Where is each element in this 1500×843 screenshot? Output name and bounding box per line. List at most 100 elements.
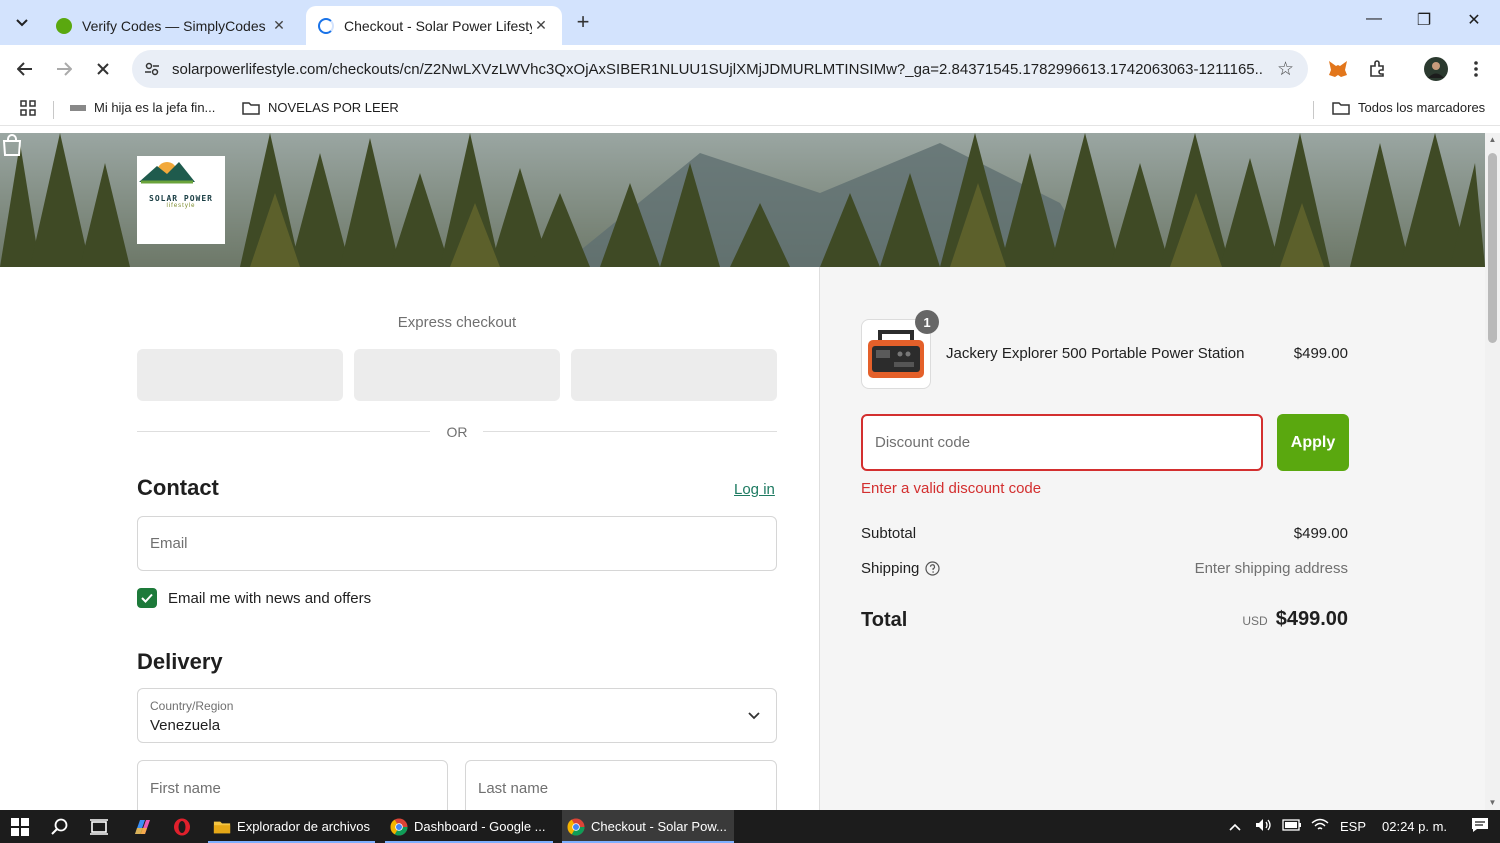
volume-icon[interactable]	[1250, 818, 1278, 835]
copilot-icon	[135, 819, 150, 834]
bookmark-star-icon[interactable]: ☆	[1277, 58, 1294, 81]
bookmark-separator	[1313, 101, 1314, 119]
site-settings-icon[interactable]	[144, 61, 160, 77]
country-select[interactable]: Country/Region Venezuela	[137, 688, 777, 743]
contact-heading: Contact	[137, 475, 219, 500]
checkout-page: SOLAR POWER lifestyle Express checkout O…	[0, 133, 1485, 810]
forward-arrow-icon	[57, 62, 72, 76]
scroll-up-arrow-icon[interactable]: ▲	[1485, 133, 1500, 147]
login-link[interactable]: Log in	[734, 481, 775, 498]
checkout-form: Express checkout OR Contact Log in Email…	[0, 267, 819, 810]
bookmark-mi-hija[interactable]: Mi hija es la jefa fin...	[70, 100, 215, 115]
tab-checkout[interactable]: Checkout - Solar Power Lifestyle ✕	[306, 6, 562, 45]
clock[interactable]: 02:24 p. m.	[1382, 819, 1456, 834]
discount-code-input[interactable]: Discount code	[861, 414, 1263, 471]
subtotal-label: Subtotal	[861, 525, 916, 542]
notification-center-icon[interactable]	[1468, 817, 1492, 836]
total-amount: USD $499.00	[1242, 608, 1348, 631]
url-text: solarpowerlifestyle.com/checkouts/cn/Z2N…	[172, 60, 1264, 78]
close-tab-icon[interactable]: ✕	[532, 17, 550, 34]
shipping-value: Enter shipping address	[1194, 560, 1348, 577]
first-name-field[interactable]: First name	[137, 760, 448, 810]
shopping-bag-icon[interactable]	[0, 133, 24, 157]
profile-avatar[interactable]	[1424, 57, 1448, 81]
stop-loading-button[interactable]	[89, 55, 117, 83]
start-button[interactable]	[5, 810, 35, 843]
bookmark-folder-novelas[interactable]: NOVELAS POR LEER	[242, 100, 399, 115]
page-scrollbar[interactable]: ▲ ▼	[1485, 133, 1500, 810]
email-field[interactable]: Email	[137, 516, 777, 571]
search-button[interactable]	[45, 810, 75, 843]
bookmarks-bar: Mi hija es la jefa fin... NOVELAS POR LE…	[0, 93, 1500, 126]
loading-favicon-icon	[318, 17, 334, 34]
show-hidden-icons-chevron-icon[interactable]	[1226, 819, 1244, 834]
taskbar-app-label: Dashboard - Google ...	[414, 819, 546, 834]
restore-button[interactable]: ❐	[1401, 10, 1447, 36]
express-payment-button-1[interactable]	[137, 349, 343, 401]
country-label: Country/Region	[150, 699, 234, 713]
close-tab-icon[interactable]: ✕	[270, 17, 288, 34]
total-label: Total	[861, 609, 908, 631]
newsletter-checkbox[interactable]	[137, 588, 157, 608]
forward-button[interactable]	[50, 55, 78, 83]
tab-verify-codes[interactable]: Verify Codes — SimplyCodes ✕	[44, 6, 300, 45]
minimize-button[interactable]: —	[1351, 10, 1397, 36]
close-window-button[interactable]: ✕	[1451, 10, 1497, 36]
store-logo[interactable]: SOLAR POWER lifestyle	[137, 156, 225, 244]
taskbar-app-label: Checkout - Solar Pow...	[591, 819, 727, 834]
task-view-button[interactable]	[84, 810, 114, 843]
logo-subtitle: lifestyle	[166, 202, 196, 209]
metamask-extension-icon[interactable]	[1326, 57, 1350, 81]
new-tab-button[interactable]: +	[570, 10, 596, 36]
input-language[interactable]: ESP	[1340, 819, 1372, 834]
all-bookmarks-folder[interactable]: Todos los marcadores	[1332, 100, 1485, 115]
help-circle-icon[interactable]	[925, 561, 940, 576]
wifi-icon[interactable]	[1306, 818, 1334, 835]
back-button[interactable]	[11, 55, 39, 83]
express-payment-button-2[interactable]	[354, 349, 560, 401]
extensions-puzzle-icon[interactable]	[1366, 57, 1390, 81]
tab-strip: Verify Codes — SimplyCodes ✕ Checkout - …	[0, 0, 1500, 45]
last-name-field[interactable]: Last name	[465, 760, 777, 810]
discount-placeholder: Discount code	[875, 434, 971, 451]
subtotal-label-text: Subtotal	[861, 525, 917, 542]
bookmark-label: Mi hija es la jefa fin...	[94, 100, 216, 115]
delivery-heading: Delivery	[137, 649, 223, 674]
subtotal-value: $499.00	[1293, 525, 1348, 542]
shipping-label-text: Shipping	[861, 560, 920, 577]
scroll-down-arrow-icon[interactable]: ▼	[1485, 796, 1500, 810]
apps-grid-icon	[20, 100, 36, 116]
battery-icon[interactable]	[1278, 819, 1306, 834]
chevron-down-icon	[748, 712, 760, 720]
search-icon	[51, 818, 68, 835]
divider-left	[137, 431, 430, 432]
express-payment-button-3[interactable]	[571, 349, 777, 401]
folder-icon	[1332, 101, 1350, 115]
taskbar-chrome-checkout[interactable]: Checkout - Solar Pow...	[562, 810, 734, 843]
express-checkout-title: Express checkout	[397, 314, 517, 331]
taskbar-chrome-dashboard[interactable]: Dashboard - Google ...	[385, 810, 553, 843]
newsletter-label: Email me with news and offers	[168, 590, 372, 607]
header-banner: SOLAR POWER lifestyle	[0, 133, 1485, 267]
first-name-placeholder: First name	[150, 780, 221, 797]
quantity-badge: 1	[915, 310, 939, 334]
tab-search-button[interactable]	[8, 9, 36, 37]
taskbar-file-explorer[interactable]: Explorador de archivos	[208, 810, 375, 843]
product-name: Jackery Explorer 500 Portable Power Stat…	[946, 345, 1245, 362]
folder-icon	[242, 101, 260, 115]
windows-taskbar: Explorador de archivos Dashboard - Googl…	[0, 810, 1500, 843]
copilot-app[interactable]	[127, 810, 157, 843]
chrome-icon	[567, 818, 585, 835]
opera-app[interactable]	[167, 810, 197, 843]
simplycodes-favicon-icon	[56, 17, 72, 34]
scrollbar-thumb[interactable]	[1488, 153, 1497, 343]
tab-title: Checkout - Solar Power Lifestyle	[344, 17, 532, 34]
address-bar[interactable]: solarpowerlifestyle.com/checkouts/cn/Z2N…	[132, 50, 1308, 88]
country-value: Venezuela	[150, 717, 221, 734]
chrome-icon	[390, 818, 408, 835]
system-tray: ESP 02:24 p. m.	[1226, 810, 1492, 843]
apply-discount-button[interactable]: Apply	[1277, 414, 1349, 471]
or-divider-text: OR	[446, 424, 468, 440]
browser-menu-icon[interactable]	[1464, 57, 1488, 81]
apps-grid-button[interactable]	[20, 100, 36, 116]
